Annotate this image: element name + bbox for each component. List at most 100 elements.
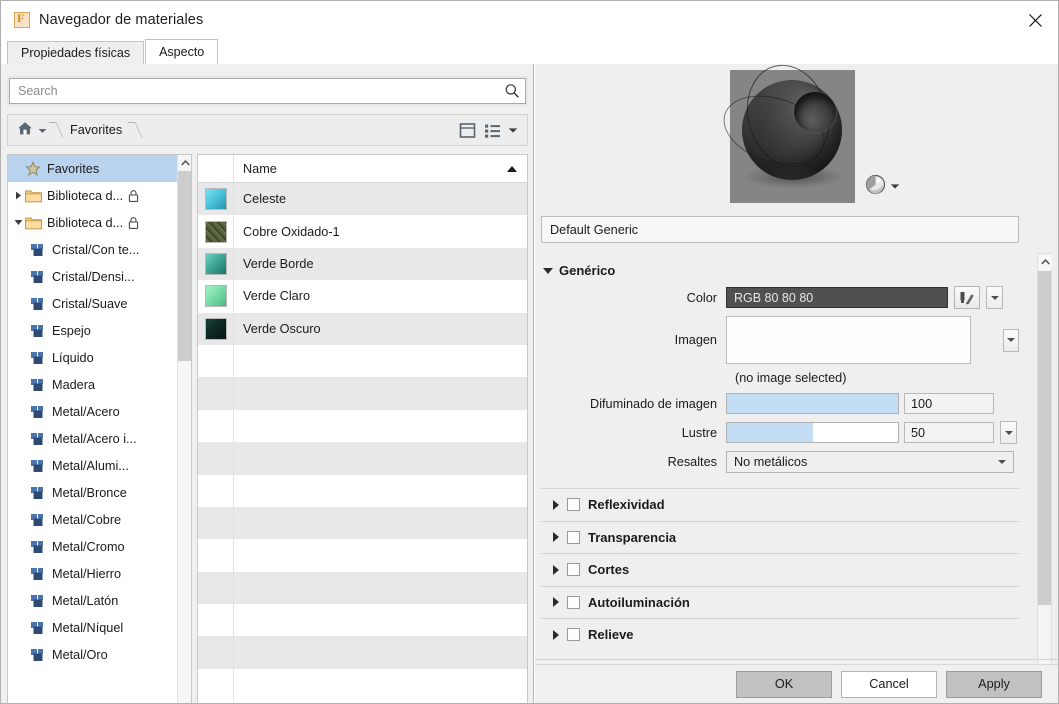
table-row-empty[interactable] <box>198 571 527 605</box>
autoiluminacion-checkbox[interactable] <box>567 595 580 609</box>
empty-swatch-cell <box>198 539 234 572</box>
panel-view-icon[interactable] <box>458 121 477 140</box>
tab-aspecto[interactable]: Aspecto <box>145 39 219 64</box>
tree-item-favorites[interactable]: Favorites <box>8 155 178 182</box>
tab-propiedades-fisicas[interactable]: Propiedades físicas <box>7 41 145 64</box>
ok-button[interactable]: OK <box>736 670 832 698</box>
tree-item-biblioteca-1[interactable]: Biblioteca d... <box>8 182 178 209</box>
table-row-empty[interactable] <box>198 539 527 572</box>
difuminado-value-field[interactable]: 100 <box>904 393 994 414</box>
tree-item-cristal-suave[interactable]: Cristal/Suave <box>8 290 178 317</box>
section-reflexividad[interactable]: Reflexividad <box>541 488 1019 521</box>
tree-item-liquido[interactable]: Líquido <box>8 344 178 371</box>
apply-button[interactable]: Apply <box>946 670 1042 698</box>
section-cortes[interactable]: Cortes <box>541 553 1019 586</box>
resaltes-select[interactable]: No metálicos <box>726 451 1014 473</box>
properties-scrollbar[interactable] <box>1037 253 1052 703</box>
table-row-empty[interactable] <box>198 409 527 443</box>
table-row-empty[interactable] <box>198 636 527 669</box>
column-header-name[interactable]: Name <box>234 155 527 182</box>
list-view-icon[interactable] <box>484 122 501 139</box>
preview-scene-menu[interactable] <box>865 174 900 198</box>
table-row[interactable]: Verde Claro <box>198 280 527 313</box>
table-row[interactable]: Verde Borde <box>198 247 527 281</box>
lustre-slider[interactable] <box>726 422 899 443</box>
tree-item-metal-cobre[interactable]: Metal/Cobre <box>8 506 178 533</box>
scroll-up-icon[interactable] <box>178 155 191 171</box>
chevron-down-icon[interactable] <box>508 127 518 134</box>
tree-item-label: Cristal/Con te... <box>52 242 140 257</box>
tree-item-biblioteca-2[interactable]: Biblioteca d... <box>8 209 178 236</box>
section-transparencia[interactable]: Transparencia <box>541 520 1019 554</box>
tree-item-metal-niquel[interactable]: Metal/Níquel <box>8 614 178 641</box>
properties-scroll-area: Genérico Color RGB 80 80 80 Imagen (no i… <box>541 253 1019 703</box>
material-name-field[interactable]: Default Generic <box>541 216 1019 243</box>
section-autoiluminacion[interactable]: Autoiluminación <box>541 585 1019 619</box>
tree-item-metal-bronce[interactable]: Metal/Bronce <box>8 479 178 506</box>
imagen-value-field[interactable] <box>726 316 972 364</box>
tree-item-metal-hierro[interactable]: Metal/Hierro <box>8 560 178 587</box>
table-row-empty[interactable] <box>198 604 527 637</box>
section-relieve[interactable]: Relieve <box>541 618 1019 651</box>
material-name: Verde Borde <box>243 256 314 271</box>
table-row[interactable]: Cobre Oxidado-1 <box>198 215 527 248</box>
star-icon <box>25 160 45 177</box>
tree-item-cristal-con-textura[interactable]: Cristal/Con te... <box>8 236 178 263</box>
table-row-empty[interactable] <box>198 442 527 475</box>
difuminado-slider[interactable] <box>726 393 899 414</box>
tree-scrollbar-thumb[interactable] <box>178 171 191 361</box>
relieve-checkbox[interactable] <box>567 628 580 642</box>
material-browser-window: Navegador de materiales Propiedades físi… <box>0 0 1059 704</box>
imagen-dropdown-button[interactable] <box>1003 328 1019 352</box>
color-value-field[interactable]: RGB 80 80 80 <box>726 287 948 308</box>
empty-swatch-cell <box>198 377 234 410</box>
color-picker-icon[interactable] <box>954 286 980 309</box>
tree-item-madera[interactable]: Madera <box>8 371 178 398</box>
cortes-checkbox[interactable] <box>567 563 580 577</box>
twisty-collapsed-icon[interactable] <box>12 191 25 200</box>
tree-item-metal-laton[interactable]: Metal/Latón <box>8 587 178 614</box>
search-input[interactable] <box>10 80 499 102</box>
scroll-up-icon[interactable] <box>1038 254 1052 270</box>
reflexividad-checkbox[interactable] <box>567 498 580 512</box>
tree-item-label: Cristal/Suave <box>52 296 128 311</box>
property-row-imagen: Imagen <box>541 316 1019 364</box>
tree-item-label: Espejo <box>52 323 91 338</box>
table-row-empty[interactable] <box>198 474 527 507</box>
section-label: Cortes <box>588 562 630 578</box>
twisty-expanded-icon[interactable] <box>12 219 25 226</box>
tree-item-cristal-densidad[interactable]: Cristal/Densi... <box>8 263 178 290</box>
lustre-dropdown-button[interactable] <box>1000 421 1017 444</box>
empty-swatch-cell <box>198 442 234 475</box>
tree-item-metal-acero-inox[interactable]: Metal/Acero i... <box>8 425 178 452</box>
tree-item-metal-cromo[interactable]: Metal/Cromo <box>8 533 178 560</box>
breadcrumb-home-button[interactable] <box>8 115 51 145</box>
color-dropdown-button[interactable] <box>986 286 1003 309</box>
table-row[interactable]: Celeste <box>198 183 527 216</box>
tree-item-espejo[interactable]: Espejo <box>8 317 178 344</box>
empty-swatch-cell <box>198 506 234 540</box>
table-row[interactable]: Verde Oscuro <box>198 312 527 345</box>
table-row-empty[interactable] <box>198 506 527 540</box>
tree-item-metal-oro[interactable]: Metal/Oro <box>8 641 178 668</box>
table-row-empty[interactable] <box>198 377 527 410</box>
tree-item-metal-aluminio[interactable]: Metal/Alumi... <box>8 452 178 479</box>
swatch-verde-claro <box>204 285 227 308</box>
search-box[interactable] <box>7 76 528 106</box>
cancel-button[interactable]: Cancel <box>841 670 937 698</box>
material-swatch <box>198 215 234 248</box>
section-generico-header[interactable]: Genérico <box>541 253 1019 286</box>
table-row-empty[interactable] <box>198 344 527 378</box>
close-icon[interactable] <box>1012 1 1058 39</box>
table-row-empty[interactable] <box>198 668 527 702</box>
search-icon[interactable] <box>499 79 525 103</box>
properties-scrollbar-thumb[interactable] <box>1038 271 1051 605</box>
tree-item-label: Metal/Oro <box>52 647 108 662</box>
transparencia-checkbox[interactable] <box>567 530 580 544</box>
breadcrumb-separator <box>51 115 62 145</box>
tree-scrollbar[interactable] <box>177 155 191 703</box>
material-preview[interactable] <box>714 54 855 203</box>
breadcrumb-path-favorites[interactable]: Favorites <box>62 115 130 145</box>
lustre-value-field[interactable]: 50 <box>904 422 994 443</box>
tree-item-metal-acero[interactable]: Metal/Acero <box>8 398 178 425</box>
